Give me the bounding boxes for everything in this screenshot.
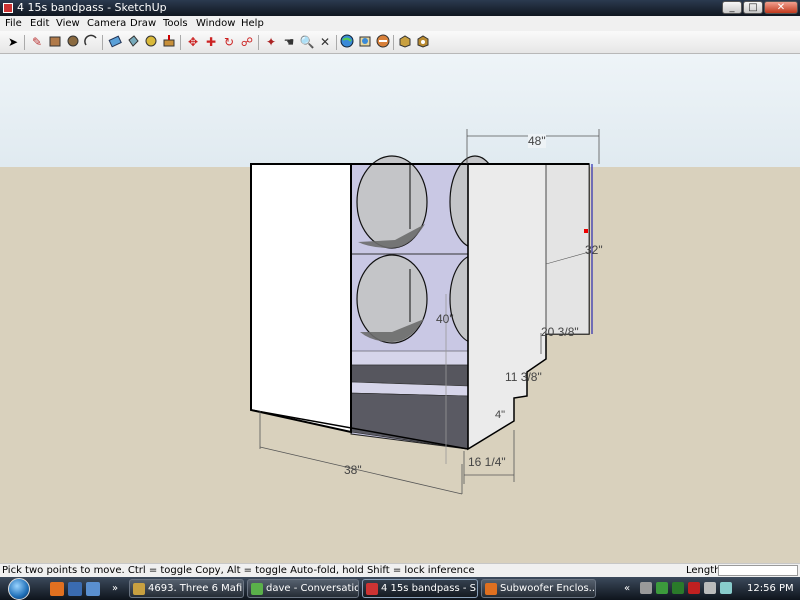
- messenger-icon: [251, 583, 263, 595]
- sketchup-app-icon[interactable]: [3, 3, 13, 13]
- menu-view[interactable]: View: [56, 16, 80, 31]
- zoom-icon[interactable]: 🔍: [299, 34, 315, 50]
- toolbar-separator: [393, 35, 394, 50]
- dimension-right-height: 32": [585, 243, 603, 257]
- dimension-top-width: 48": [528, 134, 546, 148]
- sketchup-icon: [366, 583, 378, 595]
- menu-draw[interactable]: Draw: [130, 16, 156, 31]
- switch-windows-icon[interactable]: [86, 582, 100, 596]
- firefox-icon: [485, 583, 497, 595]
- front-side-panel: [250, 163, 352, 434]
- menu-tools[interactable]: Tools: [163, 16, 188, 31]
- port-floor-dark: [350, 392, 469, 450]
- menu-file[interactable]: File: [5, 16, 22, 31]
- winamp-icon: [133, 583, 145, 595]
- enclosure-model[interactable]: [0, 54, 800, 563]
- title-bar: 4 15s bandpass - SketchUp _ □ ✕: [0, 0, 800, 16]
- rotate-icon[interactable]: ✚: [203, 34, 219, 50]
- toolbar-separator: [258, 35, 259, 50]
- pencil-icon[interactable]: ✎: [29, 34, 45, 50]
- circle-icon[interactable]: [65, 34, 81, 50]
- tape-measure-icon[interactable]: [143, 34, 159, 50]
- maximize-button[interactable]: □: [743, 1, 763, 14]
- firefox-icon[interactable]: [50, 582, 64, 596]
- pan-icon[interactable]: ☚: [281, 34, 297, 50]
- taskbar: » 4693. Three 6 Mafi... dave - Conversat…: [0, 577, 800, 600]
- toolbar-separator: [336, 35, 337, 50]
- toolbar: ➤ ✎ ✥ ✚ ↻ ☍ ✦ ☚ 🔍 ✕: [0, 31, 800, 54]
- dimension-small-step: 4": [495, 409, 506, 421]
- port-slot-top: [350, 350, 469, 366]
- dimension-step-height: 11 3/8": [505, 370, 542, 384]
- power-icon[interactable]: [720, 582, 732, 594]
- push-pull-icon[interactable]: [161, 34, 177, 50]
- security-tray-icon[interactable]: [688, 582, 700, 594]
- component-icon[interactable]: [397, 34, 413, 50]
- menu-help[interactable]: Help: [241, 16, 264, 31]
- length-label: Length: [686, 565, 721, 576]
- menu-camera[interactable]: Camera: [87, 16, 126, 31]
- toolbar-separator: [102, 35, 103, 50]
- eraser-icon[interactable]: [107, 34, 123, 50]
- drawing-viewport[interactable]: 48" 32" 20 3/8" 11 3/8" 4" 40" 16 1/4" 3…: [0, 54, 800, 563]
- menu-window[interactable]: Window: [196, 16, 235, 31]
- orbit-icon[interactable]: ✦: [263, 34, 279, 50]
- length-input[interactable]: [718, 565, 798, 576]
- taskbar-item-sketchup[interactable]: 4 15s bandpass - S...: [362, 579, 478, 598]
- offset-icon[interactable]: ↻: [221, 34, 237, 50]
- menu-edit[interactable]: Edit: [30, 16, 49, 31]
- messenger-tray-icon[interactable]: [656, 582, 668, 594]
- status-bar: Pick two points to move. Ctrl = toggle C…: [0, 563, 800, 577]
- toolbar-separator: [180, 35, 181, 50]
- google-earth-icon[interactable]: [339, 34, 355, 50]
- dimension-bottom-depth: 16 1/4": [468, 455, 506, 469]
- taskbar-item-winamp[interactable]: 4693. Three 6 Mafi...: [129, 579, 244, 598]
- network-icon[interactable]: [640, 582, 652, 594]
- share-model-icon[interactable]: [375, 34, 391, 50]
- task-label: dave - Conversation: [266, 583, 359, 594]
- follow-me-icon[interactable]: ☍: [239, 34, 255, 50]
- dimension-front-width: 38": [344, 463, 362, 477]
- close-button[interactable]: ✕: [764, 1, 798, 14]
- paint-bucket-icon[interactable]: [125, 34, 141, 50]
- task-label: 4693. Three 6 Mafi...: [148, 583, 244, 594]
- status-hint: Pick two points to move. Ctrl = toggle C…: [2, 565, 475, 576]
- show-desktop-icon[interactable]: [68, 582, 82, 596]
- volume-icon[interactable]: [704, 582, 716, 594]
- zoom-extents-icon[interactable]: ✕: [317, 34, 333, 50]
- dimension-step-width: 20 3/8": [541, 325, 579, 339]
- select-icon[interactable]: ➤: [5, 34, 21, 50]
- right-end-face: [545, 163, 590, 335]
- dimension-center-height: 40": [436, 312, 454, 326]
- window-title: 4 15s bandpass - SketchUp: [17, 1, 167, 14]
- get-photo-icon[interactable]: [415, 34, 431, 50]
- move-icon[interactable]: ✥: [185, 34, 201, 50]
- task-label: 4 15s bandpass - S...: [381, 583, 478, 594]
- inference-point: [584, 229, 588, 233]
- task-label: Subwoofer Enclos...: [500, 583, 596, 594]
- get-models-icon[interactable]: [357, 34, 373, 50]
- tray-expand-chevron[interactable]: «: [624, 577, 630, 600]
- excel-tray-icon[interactable]: [672, 582, 684, 594]
- quicklaunch-chevron[interactable]: »: [112, 577, 118, 600]
- start-button[interactable]: [8, 578, 30, 600]
- taskbar-item-messenger[interactable]: dave - Conversation: [247, 579, 359, 598]
- toolbar-separator: [24, 35, 25, 50]
- clock[interactable]: 12:56 PM: [747, 577, 794, 600]
- menu-bar: File Edit View Camera Draw Tools Window …: [0, 16, 800, 31]
- arc-icon[interactable]: [83, 34, 99, 50]
- rectangle-icon[interactable]: [47, 34, 63, 50]
- taskbar-item-browser[interactable]: Subwoofer Enclos...: [481, 579, 596, 598]
- minimize-button[interactable]: _: [722, 1, 742, 14]
